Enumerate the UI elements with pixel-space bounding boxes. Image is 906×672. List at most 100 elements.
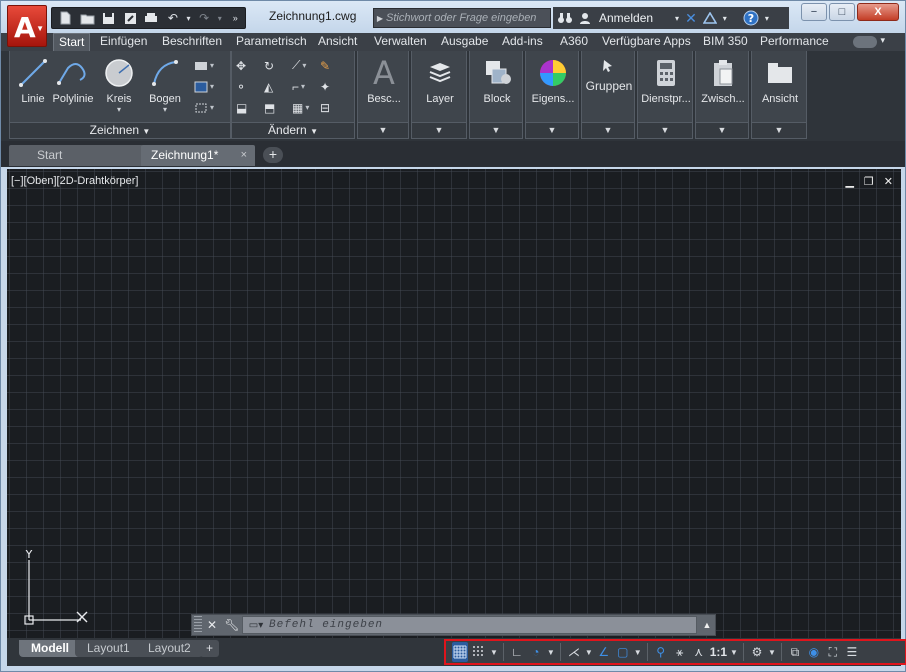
tab-start[interactable]: Start (53, 33, 91, 51)
scale-dropdown-icon[interactable]: ▼ (730, 648, 738, 657)
erase-tool-icon[interactable]: ✎ (320, 55, 348, 76)
isometric-dropdown-icon[interactable]: ▼ (585, 648, 593, 657)
object-snap-tracking-icon[interactable]: ∠ (596, 642, 612, 662)
hatch-dropdown-icon[interactable]: ▾ (210, 82, 214, 91)
grid-display-icon[interactable] (452, 642, 468, 662)
explode-tool-icon[interactable]: ✦ (320, 76, 348, 97)
chevron-down-icon[interactable]: ▼ (412, 122, 466, 138)
chevron-down-icon[interactable]: ▼ (470, 122, 522, 138)
undo-icon[interactable]: ↶ (163, 9, 182, 27)
isolate-objects-icon[interactable]: ⧉ (787, 642, 803, 662)
circle-dropdown-icon[interactable]: ▾ (100, 105, 138, 114)
tab-bim-350[interactable]: BIM 350 (698, 33, 753, 51)
workspace-gear-icon[interactable]: ⚙ (749, 642, 765, 662)
binoculars-icon[interactable] (557, 12, 573, 24)
boundary-dropdown-icon[interactable]: ▾ (210, 103, 214, 112)
file-tab-drawing[interactable]: Zeichnung1* × (141, 145, 255, 166)
help-search-input[interactable] (386, 12, 546, 24)
polyline-tool-button[interactable]: Polylinie (50, 55, 96, 105)
stretch-tool-icon[interactable]: ⬓ (236, 97, 264, 118)
chevron-down-icon[interactable]: ▼ (358, 122, 408, 138)
panel-ansicht[interactable]: Ansicht ▼ (751, 51, 807, 139)
chevron-down-icon[interactable]: ▼ (638, 122, 692, 138)
help-dropdown-icon[interactable]: ▾ (765, 14, 769, 23)
block-button[interactable]: Block (472, 55, 522, 105)
rectangle-tool-button[interactable]: ▾ (194, 55, 230, 76)
drawing-canvas[interactable]: [−][Oben][2D-Drahtkörper] ▁ ❐ ✕ Y (7, 169, 901, 638)
print-icon[interactable] (142, 9, 161, 27)
chevron-down-icon[interactable]: ▼ (696, 122, 748, 138)
viewport-restore-icon[interactable]: ❐ (864, 175, 874, 188)
tab-parametrisch[interactable]: Parametrisch (231, 33, 312, 51)
command-line-grip[interactable] (194, 616, 202, 634)
layout-tab-layout2[interactable]: Layout2 (136, 640, 203, 657)
move-tool-icon[interactable]: ✥ (236, 55, 264, 76)
new-tab-button[interactable]: + (263, 147, 283, 163)
snap-mode-icon[interactable] (471, 642, 487, 662)
redo-icon[interactable]: ↷ (194, 9, 213, 27)
trim-dropdown-icon[interactable]: ▾ (302, 61, 306, 70)
maximize-button[interactable]: □ (829, 3, 855, 21)
scale-tool-icon[interactable]: ⬒ (264, 97, 292, 118)
circle-tool-button[interactable]: Kreis ▾ (100, 55, 138, 114)
chevron-down-icon[interactable]: ▼ (526, 122, 578, 138)
command-history-icon[interactable]: ▲ (701, 620, 713, 630)
ribbon-options-chevron-icon[interactable]: ▾ (880, 35, 885, 46)
undo-dropdown-icon[interactable]: ▾ (185, 9, 193, 27)
ortho-mode-icon[interactable]: ∟ (509, 642, 525, 662)
help-icon[interactable]: ? (743, 10, 759, 26)
annotation-scale-icon[interactable]: ⋏ (691, 642, 707, 662)
annotation-button[interactable]: A Besc... (360, 54, 408, 105)
viewport-controls-label[interactable]: [−][Oben][2D-Drahtkörper] (11, 175, 138, 187)
tab-verfuegbare-apps[interactable]: Verfügbare Apps (597, 33, 696, 51)
customization-menu-icon[interactable]: ☰ (844, 642, 860, 662)
tab-a360[interactable]: A360 (555, 33, 593, 51)
polar-tracking-icon[interactable]: ◔ (528, 642, 544, 662)
ribbon-minimize-toggle[interactable] (853, 36, 877, 48)
fillet-tool-icon[interactable]: ⌐ ▾ (292, 76, 320, 97)
tab-ausgabe[interactable]: Ausgabe (436, 33, 493, 51)
rectangle-dropdown-icon[interactable]: ▾ (210, 61, 214, 70)
array-tool-icon[interactable]: ▦ ▾ (292, 97, 320, 118)
minimize-button[interactable]: − (801, 3, 827, 21)
layer-button[interactable]: Layer (414, 55, 466, 105)
redo-dropdown-icon[interactable]: ▾ (216, 9, 224, 27)
line-tool-button[interactable]: Linie (14, 55, 52, 105)
viewport-minimize-icon[interactable]: ▁ (845, 175, 853, 188)
utilities-button[interactable]: Dienstpr... (640, 55, 692, 105)
connect-dropdown-icon[interactable]: ▾ (723, 14, 727, 23)
hardware-acceleration-icon[interactable]: ◉ (806, 642, 822, 662)
scale-selector[interactable]: 1:1 (710, 645, 727, 659)
fillet-dropdown-icon[interactable]: ▾ (301, 82, 305, 91)
trim-tool-icon[interactable]: ⟋ ▾ (292, 55, 320, 76)
view-button[interactable]: Ansicht (754, 55, 806, 105)
polar-dropdown-icon[interactable]: ▼ (547, 648, 555, 657)
tab-einfuegen[interactable]: Einfügen (95, 33, 152, 51)
groups-button[interactable]: Gruppen (584, 55, 634, 93)
annotation-visibility-icon[interactable]: ⚲ (653, 642, 669, 662)
tab-verwalten[interactable]: Verwalten (369, 33, 432, 51)
tab-ansicht[interactable]: Ansicht (313, 33, 362, 51)
arc-tool-button[interactable]: Bogen ▾ (146, 55, 184, 114)
auto-scale-icon[interactable]: ⚹ (672, 642, 688, 662)
clean-screen-icon[interactable]: ⛶ (825, 642, 841, 662)
isometric-drafting-icon[interactable]: ⋌ (566, 642, 582, 662)
exchange-apps-icon[interactable]: ✕ (685, 10, 697, 27)
chevron-down-icon[interactable]: ▼ (582, 122, 634, 138)
boundary-tool-button[interactable]: ▾ (194, 97, 230, 118)
add-layout-button[interactable]: + (200, 640, 220, 657)
open-folder-icon[interactable] (77, 9, 96, 27)
panel-layer[interactable]: Layer ▼ (411, 51, 467, 139)
layout-tab-modell[interactable]: Modell (19, 640, 81, 657)
clipboard-button[interactable]: Zwisch... (698, 55, 748, 105)
object-snap-dropdown-icon[interactable]: ▼ (634, 648, 642, 657)
panel-annotation[interactable]: A Besc... ▼ (357, 51, 409, 139)
viewport-close-icon[interactable]: ✕ (884, 175, 893, 188)
workspace-dropdown-icon[interactable]: ▼ (768, 648, 776, 657)
panel-zeichnen-title[interactable]: Zeichnen ▼ (10, 122, 230, 138)
panel-eigenschaften[interactable]: Eigens... ▼ (525, 51, 579, 139)
panel-aendern-title[interactable]: Ändern ▼ (232, 122, 354, 138)
copy-tool-icon[interactable]: ⚬ (236, 76, 264, 97)
save-as-icon[interactable] (120, 9, 139, 27)
user-icon[interactable] (579, 12, 591, 24)
